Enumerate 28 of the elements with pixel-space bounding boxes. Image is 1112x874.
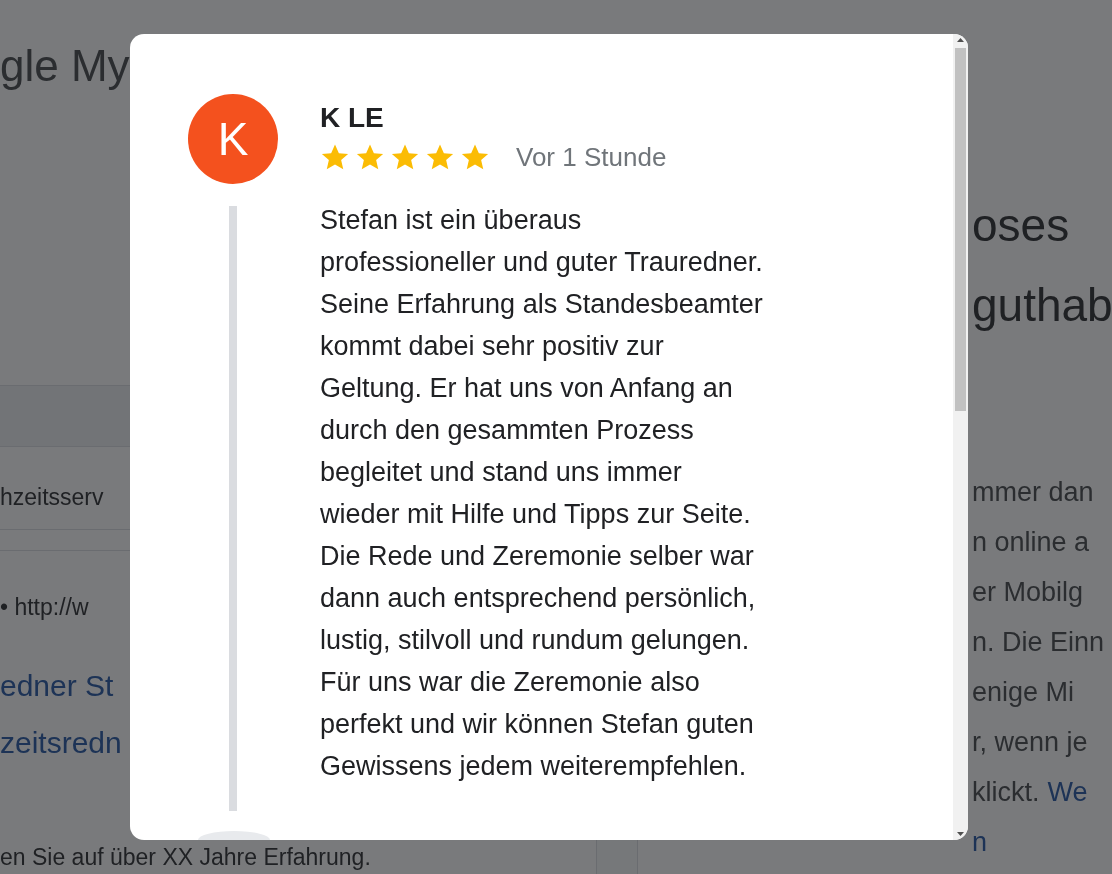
review-time: Vor 1 Stunde xyxy=(516,142,667,173)
more-link[interactable]: We xyxy=(1047,767,1088,817)
result-url: • http://w xyxy=(0,593,89,622)
scrollbar[interactable] xyxy=(953,34,968,840)
logo-text: gle My xyxy=(0,40,130,91)
paragraph-text: klickt. xyxy=(972,776,1040,809)
star-icon xyxy=(390,143,420,172)
star-icon xyxy=(425,143,455,172)
review-text: Stefan ist ein überaus professioneller und guter Trauredner. Seine Erfahrung als Standesbeamter kommt dabei sehr positiv zur Geltung. Er hat uns von Anfang an durch den gesammten Prozess begleitet und stand uns immer wieder mit Hilfe und Tipps zur Seite. Die Rede und Zeremonie selber war dann auch entsprechend persönlich, lustig, stilvoll und rundum gelungen. Für uns war die Zeremonie also perfekt und wir können Stefan guten Gewissens jedem weiterempfehlen. xyxy=(320,204,764,783)
panel-heading: guthab xyxy=(972,278,1112,333)
result-snippet: en Sie auf über XX Jahre Erfahrung. xyxy=(0,843,371,871)
avatar: K xyxy=(188,94,278,184)
paragraph-text: er Mobilg xyxy=(972,576,1084,609)
paragraph-text: n. Die Einn xyxy=(972,626,1105,659)
result-title-link[interactable]: zeitsredn xyxy=(0,714,122,771)
panel-heading: oses xyxy=(972,198,1071,253)
star-icon xyxy=(460,143,490,172)
result-title-link[interactable]: edner St xyxy=(0,657,114,714)
more-link[interactable]: n xyxy=(972,817,988,867)
paragraph-text: enige Mi xyxy=(972,676,1075,709)
scroll-thumb[interactable] xyxy=(955,48,966,411)
star-icon xyxy=(320,143,350,172)
star-icon xyxy=(355,143,385,172)
paragraph-text: mmer dan xyxy=(972,476,1094,509)
paragraph-text: n online a xyxy=(972,526,1090,559)
reviewer-name: K LE xyxy=(320,102,385,134)
paragraph-text: r, wenn je xyxy=(972,726,1088,759)
category-label: hzeitsserv xyxy=(0,483,104,512)
